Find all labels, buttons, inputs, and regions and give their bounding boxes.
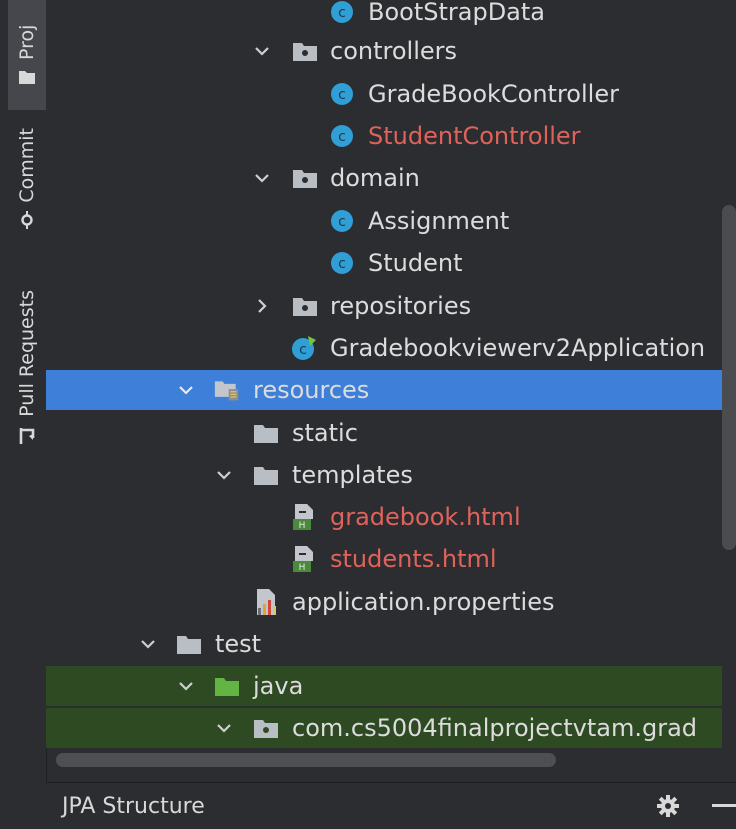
jpa-structure-panel-header: JPA Structure <box>46 782 736 829</box>
html-file-icon: H <box>291 546 317 573</box>
chevron-down-icon[interactable] <box>176 380 196 400</box>
tree-row-repositories[interactable]: repositories <box>46 286 722 326</box>
panel-title: JPA Structure <box>62 793 205 819</box>
package-folder-icon <box>292 293 318 319</box>
tree-row-label: com.cs5004finalprojectvtam.grad <box>292 714 698 742</box>
tool-window-strip: Proj Commit Pull Requests <box>8 0 47 828</box>
tree-row-test-package[interactable]: com.cs5004finalprojectvtam.grad <box>46 708 722 748</box>
tree-row-students-html[interactable]: H students.html <box>46 539 722 579</box>
chevron-down-icon[interactable] <box>214 465 234 485</box>
gear-icon[interactable] <box>656 794 680 818</box>
commit-icon <box>18 210 36 229</box>
tree-row-resources[interactable]: resources <box>46 370 722 410</box>
tree-row-label: templates <box>292 461 413 489</box>
spring-boot-class-icon: c <box>291 335 317 361</box>
tree-row-static[interactable]: static <box>46 413 722 453</box>
tree-row-label: repositories <box>330 292 472 320</box>
folder-icon <box>18 68 36 86</box>
tree-row-label: Assignment <box>368 207 510 235</box>
tree-row-label: GradeBookController <box>368 80 619 108</box>
class-icon: c <box>329 208 355 234</box>
tree-row-label: Student <box>368 249 463 277</box>
tree-row-label: resources <box>253 376 370 404</box>
tab-pull-requests-label: Pull Requests <box>16 290 38 417</box>
tree-row-controllers[interactable]: controllers <box>46 31 722 71</box>
folder-icon <box>253 462 279 488</box>
chevron-down-icon[interactable] <box>138 634 158 654</box>
vertical-scrollbar[interactable] <box>722 205 736 550</box>
properties-file-icon <box>254 589 280 615</box>
tab-pull-requests[interactable]: Pull Requests <box>8 290 46 500</box>
tree-row-gradebookcontroller[interactable]: c GradeBookController <box>46 74 722 114</box>
class-icon: c <box>329 250 355 276</box>
tree-row-domain[interactable]: domain <box>46 158 722 198</box>
svg-text:c: c <box>338 214 346 230</box>
package-folder-icon <box>253 715 279 741</box>
tree-row-label: students.html <box>330 545 497 573</box>
svg-text:c: c <box>338 87 346 103</box>
tree-row-bootstrapdata[interactable]: c BootStrapData <box>46 0 722 32</box>
tree-row-label: static <box>292 419 358 447</box>
resources-folder-icon <box>214 377 240 403</box>
tree-row-studentcontroller[interactable]: c StudentController <box>46 116 722 156</box>
svg-text:H: H <box>299 521 306 531</box>
tree-row-test-java[interactable]: java <box>46 666 722 706</box>
folder-icon <box>176 631 202 657</box>
class-icon: c <box>329 81 355 107</box>
tree-row-label: test <box>215 630 262 658</box>
tree-row-application-properties[interactable]: application.properties <box>46 582 722 622</box>
tree-row-label: domain <box>330 164 420 192</box>
chevron-down-icon[interactable] <box>176 676 196 696</box>
tree-row-test[interactable]: test <box>46 624 722 664</box>
package-folder-icon <box>292 38 318 64</box>
tree-row-label: StudentController <box>368 122 581 150</box>
chevron-down-icon[interactable] <box>252 168 272 188</box>
svg-text:c: c <box>338 129 346 145</box>
tree-row-label: Gradebookviewerv2Application <box>330 334 706 362</box>
tree-row-student[interactable]: c Student <box>46 243 722 283</box>
chevron-right-icon[interactable] <box>252 296 272 316</box>
tree-row-gradebook-html[interactable]: H gradebook.html <box>46 497 722 537</box>
class-icon: c <box>329 0 355 25</box>
tab-commit-label: Commit <box>16 128 38 203</box>
package-folder-icon <box>292 165 318 191</box>
tab-project-label: Proj <box>16 24 38 60</box>
tab-commit[interactable]: Commit <box>8 128 46 258</box>
pull-request-icon <box>18 427 36 445</box>
class-icon: c <box>329 123 355 149</box>
horizontal-scrollbar[interactable] <box>56 753 556 767</box>
tree-row-templates[interactable]: templates <box>46 455 722 495</box>
tree-row-gradebookviewerv2application[interactable]: c Gradebookviewerv2Application <box>46 328 722 368</box>
svg-text:c: c <box>299 342 307 358</box>
test-source-folder-icon <box>214 673 240 699</box>
tab-project[interactable]: Proj <box>8 0 46 110</box>
html-file-icon: H <box>291 504 317 531</box>
folder-icon <box>253 420 279 446</box>
tree-row-label: gradebook.html <box>330 503 521 531</box>
tree-row-assignment[interactable]: c Assignment <box>46 201 722 241</box>
svg-text:H: H <box>299 563 306 573</box>
tree-row-label: BootStrapData <box>368 0 545 26</box>
svg-text:c: c <box>338 256 346 272</box>
chevron-down-icon[interactable] <box>214 718 234 738</box>
tree-row-label: controllers <box>330 37 457 65</box>
tree-row-label: java <box>253 672 304 700</box>
minimize-icon[interactable] <box>712 804 736 807</box>
project-tree: c BootStrapData controllers c GradeBookC… <box>46 0 722 748</box>
svg-text:c: c <box>338 5 346 21</box>
tree-row-label: application.properties <box>292 588 555 616</box>
chevron-down-icon[interactable] <box>252 41 272 61</box>
